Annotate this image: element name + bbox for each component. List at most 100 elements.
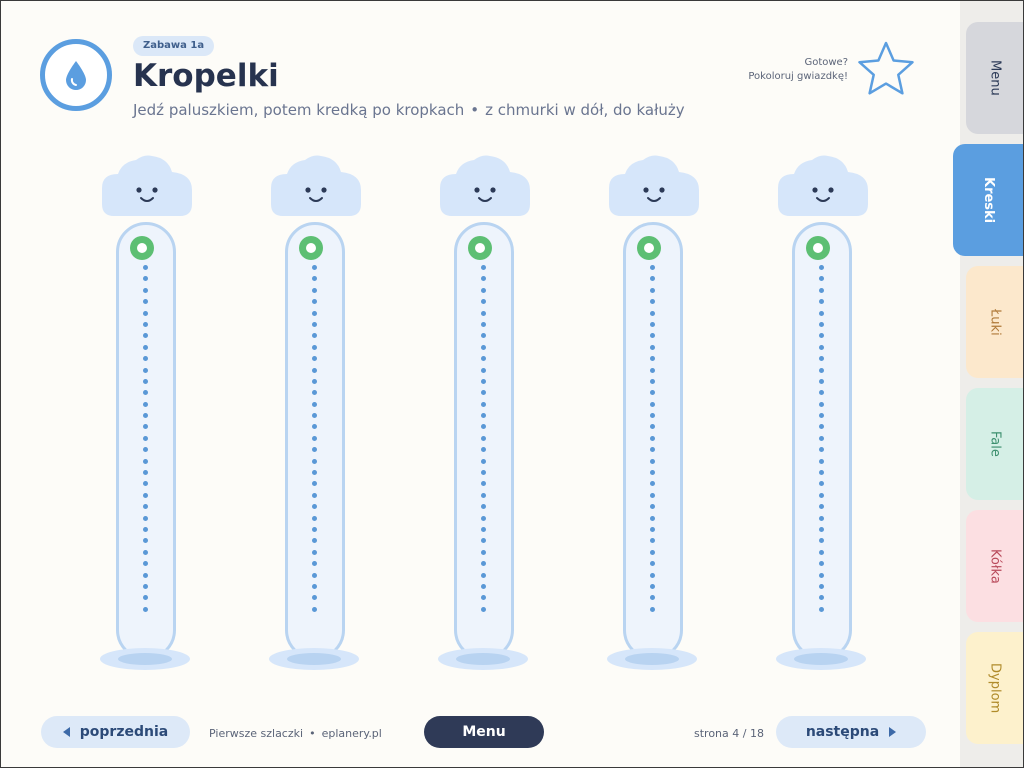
- tracing-track[interactable]: [99, 150, 195, 680]
- trace-dot: [142, 424, 148, 430]
- trace-dot: [818, 265, 824, 270]
- trace-dot: [311, 492, 317, 498]
- trace-dot: [818, 356, 824, 362]
- logo: [40, 39, 112, 111]
- trace-dot: [649, 333, 655, 339]
- footer-brand-site: eplanery.pl: [321, 727, 382, 740]
- tracing-track[interactable]: [268, 150, 364, 680]
- trace-dot: [480, 492, 486, 498]
- trace-dot: [818, 606, 824, 612]
- tab-menu[interactable]: Menu: [966, 22, 1024, 134]
- subtitle-separator: •: [470, 101, 480, 119]
- trace-dot: [649, 458, 655, 464]
- subtitle-instruction: Jedź paluszkiem, potem kredką po kropkac…: [133, 101, 465, 119]
- previous-button[interactable]: poprzednia: [41, 716, 190, 748]
- start-point-icon[interactable]: [806, 236, 830, 260]
- trace-dot: [649, 310, 655, 316]
- smiling-cloud-icon: [271, 155, 361, 216]
- trace-dot: [311, 515, 317, 521]
- tab-kreski[interactable]: Kreski: [953, 144, 1024, 256]
- start-point-icon[interactable]: [468, 236, 492, 260]
- trace-dot: [311, 583, 317, 589]
- tracing-track[interactable]: [437, 150, 533, 680]
- trace-dot: [649, 276, 655, 282]
- trace-dot: [480, 481, 486, 487]
- trace-dot: [818, 333, 824, 339]
- trace-dot: [649, 390, 655, 396]
- trace-dot: [480, 276, 486, 282]
- trace-dot: [649, 367, 655, 373]
- trace-dot: [480, 606, 486, 612]
- footer-brand: Pierwsze szlaczki • eplanery.pl: [209, 727, 382, 740]
- trace-dot: [480, 344, 486, 350]
- trace-dot: [649, 526, 655, 532]
- tab-kółka[interactable]: Kółka: [966, 510, 1024, 622]
- trace-dot: [818, 390, 824, 396]
- tracing-track[interactable]: [606, 150, 702, 680]
- trace-dot: [818, 515, 824, 521]
- trace-dot: [142, 549, 148, 555]
- trace-dot: [311, 435, 317, 441]
- trace-dot: [311, 606, 317, 612]
- tab-label: Kreski: [981, 176, 996, 224]
- trace-dot: [818, 526, 824, 532]
- trace-dot: [818, 367, 824, 373]
- tracing-track[interactable]: [775, 150, 871, 680]
- trace-dot: [818, 492, 824, 498]
- trace-dot: [818, 344, 824, 350]
- trace-dot: [818, 504, 824, 510]
- trace-dot: [311, 378, 317, 384]
- trace-dot: [142, 321, 148, 327]
- trace-dot: [311, 299, 317, 305]
- trace-dot: [142, 265, 148, 270]
- trace-dot: [480, 583, 486, 589]
- trace-dot: [480, 390, 486, 396]
- trace-dot: [480, 526, 486, 532]
- trace-dot: [480, 470, 486, 476]
- trace-dot: [649, 606, 655, 612]
- trace-dot: [142, 287, 148, 293]
- trace-dot: [480, 515, 486, 521]
- tab-dyplom[interactable]: Dyplom: [966, 632, 1024, 744]
- next-button[interactable]: następna: [776, 716, 926, 748]
- trace-dot: [480, 595, 486, 601]
- trace-dot: [311, 424, 317, 430]
- trace-dot: [649, 549, 655, 555]
- trace-dot: [311, 367, 317, 373]
- arrow-right-icon: [889, 727, 897, 737]
- trace-dot: [649, 572, 655, 578]
- dotted-line: [480, 265, 486, 618]
- trace-dot: [649, 378, 655, 384]
- smiling-cloud-icon: [609, 155, 699, 216]
- start-point-icon[interactable]: [637, 236, 661, 260]
- trace-dot: [311, 287, 317, 293]
- trace-dot: [311, 310, 317, 316]
- trace-dot: [649, 515, 655, 521]
- exercise-badge: Zabawa 1a: [133, 36, 215, 56]
- trace-dot: [142, 470, 148, 476]
- puddle-icon: [269, 648, 359, 670]
- puddle-icon: [776, 648, 866, 670]
- trace-dot: [480, 378, 486, 384]
- dotted-line: [818, 265, 824, 618]
- trace-dot: [142, 401, 148, 407]
- trace-dot: [311, 265, 317, 270]
- star-outline-icon[interactable]: [856, 40, 916, 96]
- trace-dot: [311, 538, 317, 544]
- trace-dot: [818, 561, 824, 567]
- tab-label: Menu: [987, 60, 1003, 96]
- trace-dot: [142, 447, 148, 453]
- trace-dot: [649, 492, 655, 498]
- start-point-icon[interactable]: [299, 236, 323, 260]
- trace-dot: [142, 276, 148, 282]
- menu-button[interactable]: Menu: [424, 716, 544, 748]
- trace-dot: [649, 265, 655, 270]
- trace-dot: [311, 447, 317, 453]
- trace-dot: [480, 287, 486, 293]
- previous-label: poprzednia: [79, 724, 169, 740]
- tab-łuki[interactable]: Łuki: [966, 266, 1024, 378]
- start-point-icon[interactable]: [130, 236, 154, 260]
- tab-fale[interactable]: Fale: [966, 388, 1024, 500]
- trace-dot: [142, 538, 148, 544]
- trace-dot: [818, 321, 824, 327]
